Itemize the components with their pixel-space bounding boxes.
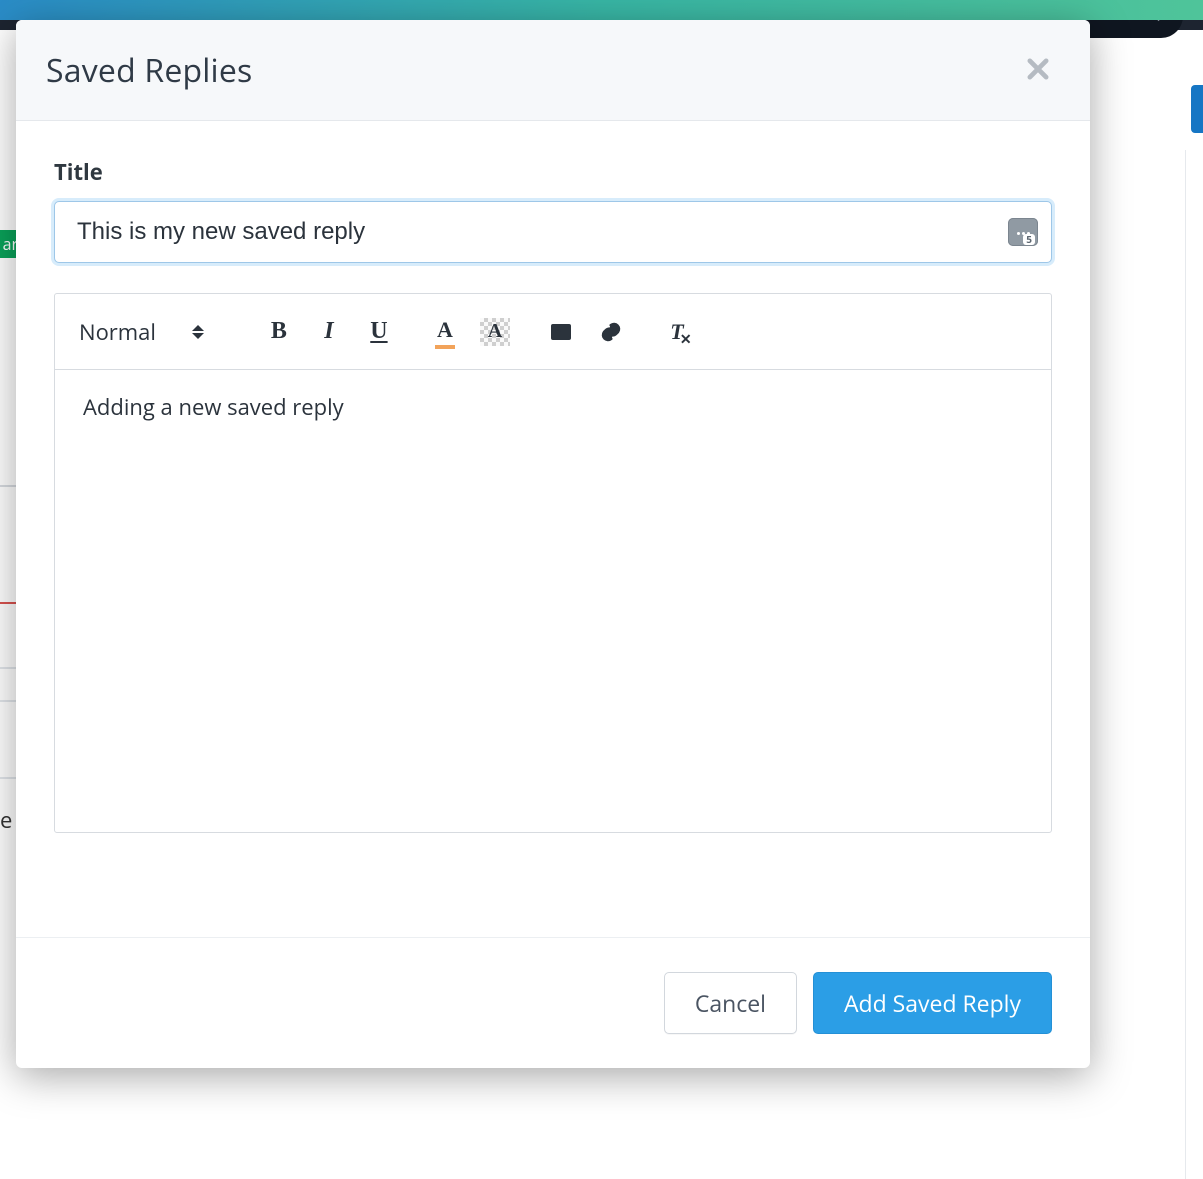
modal-footer: Cancel Add Saved Reply [16, 937, 1090, 1068]
bold-button[interactable]: B [264, 315, 294, 349]
link-button[interactable] [596, 315, 626, 349]
modal-body: Title 5 Normal B I U [16, 121, 1090, 937]
text-color-button[interactable]: A [430, 315, 460, 349]
side-panel-edge [1185, 150, 1203, 1179]
title-input-wrap: 5 [54, 201, 1052, 263]
format-select-label: Normal [79, 317, 156, 347]
rich-text-editor: Normal B I U A A [54, 293, 1052, 833]
add-saved-reply-button[interactable]: Add Saved Reply [813, 972, 1052, 1034]
extension-badge-icon[interactable]: 5 [1008, 218, 1038, 246]
italic-button[interactable]: I [314, 315, 344, 349]
close-icon[interactable] [1016, 48, 1060, 92]
extension-badge-count: 5 [1023, 234, 1035, 245]
accent-gradient-bar [0, 0, 1203, 20]
saved-replies-modal: Saved Replies Title 5 Normal [16, 20, 1090, 1068]
title-input[interactable] [54, 201, 1052, 263]
highlight-button[interactable]: A [480, 315, 510, 349]
title-label: Title [54, 157, 1052, 187]
chevron-sort-icon [192, 325, 204, 339]
modal-title: Saved Replies [46, 49, 252, 92]
modal-header: Saved Replies [16, 20, 1090, 121]
clear-format-button[interactable]: T✕ [662, 315, 692, 349]
image-button[interactable] [546, 315, 576, 349]
underline-button[interactable]: U [364, 315, 394, 349]
bg-text-fragment: e [0, 805, 12, 835]
cancel-button[interactable]: Cancel [664, 972, 797, 1034]
editor-toolbar: Normal B I U A A [55, 294, 1051, 370]
side-tab[interactable] [1191, 85, 1203, 133]
format-select[interactable]: Normal [79, 317, 228, 347]
editor-content[interactable]: Adding a new saved reply [55, 370, 1051, 832]
